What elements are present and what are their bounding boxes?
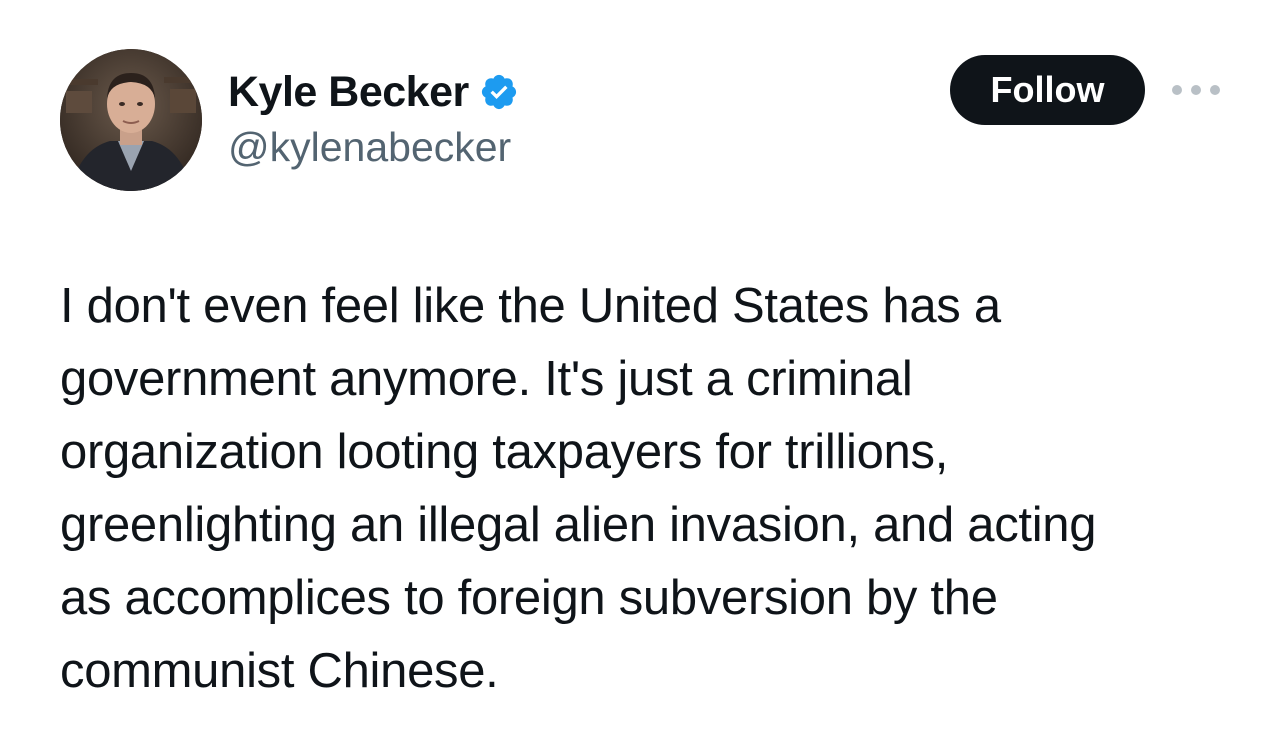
tweet-text-line: organization looting taxpayers for trill… (60, 425, 949, 479)
author-handle[interactable]: @kylenabecker (228, 124, 511, 171)
more-dot-icon (1172, 85, 1182, 95)
verified-badge-icon (479, 72, 519, 112)
follow-button[interactable]: Follow (950, 55, 1145, 125)
tweet-text-line: I don't even feel like the United States… (60, 279, 1001, 333)
more-horizontal-icon[interactable] (1172, 78, 1220, 102)
tweet-text-line: as accomplices to foreign subversion by … (60, 571, 998, 625)
tweet-text-line: greenlighting an illegal alien invasion,… (60, 498, 1097, 552)
more-dot-icon (1210, 85, 1220, 95)
tweet-card: Kyle Becker @kylenabecker Follow I don't… (0, 0, 1284, 731)
avatar[interactable] (60, 49, 202, 191)
author-display-name[interactable]: Kyle Becker (228, 68, 469, 117)
author-name-row: Kyle Becker (228, 66, 519, 118)
tweet-text-line: government anymore. It's just a criminal (60, 352, 913, 406)
avatar-photo (60, 49, 202, 191)
tweet-text: I don't even feel like the United States… (60, 270, 1250, 708)
tweet-text-line: communist Chinese. (60, 644, 499, 698)
more-dot-icon (1191, 85, 1201, 95)
